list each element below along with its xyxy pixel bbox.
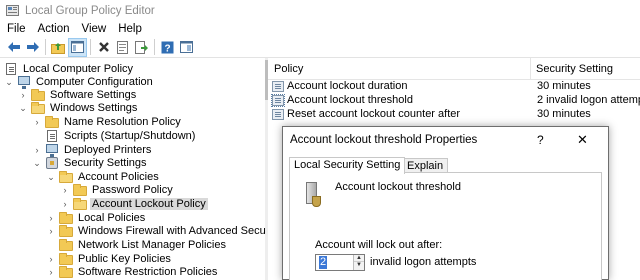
help-icon[interactable]: ? [537, 133, 544, 147]
group-policy-app-icon [6, 4, 19, 17]
security-settings-icon [45, 157, 59, 169]
spinner-buttons: ▲ ▼ [353, 255, 364, 270]
show-pane-icon[interactable] [177, 38, 196, 57]
column-header-security-setting[interactable]: Security Setting [536, 63, 613, 75]
menu-action[interactable]: Action [32, 23, 76, 35]
folder-icon [59, 225, 73, 237]
folder-icon [59, 239, 73, 251]
policy-icon [272, 81, 285, 93]
panel-title: Account lockout threshold [335, 181, 461, 193]
console-tree: Local Computer Policy ⌄ Computer Configu… [0, 58, 265, 280]
toolbar: ? [0, 37, 640, 58]
dialog-title: Account lockout threshold Properties [290, 134, 478, 146]
tab-panel: Account lockout threshold Account will l… [289, 172, 602, 280]
chevron-down-icon[interactable]: ⌄ [32, 158, 42, 168]
policy-setting: 2 invalid logon attempts [537, 94, 640, 106]
list-row[interactable]: Account lockout duration 30 minutes [268, 80, 640, 94]
policy-icon [272, 109, 285, 121]
folder-icon [45, 116, 59, 128]
policy-name: Reset account lockout counter after [287, 108, 461, 120]
tree-item-label: Software Restriction Policies [78, 266, 218, 278]
properties-icon[interactable] [113, 38, 132, 57]
chevron-right-icon[interactable]: › [46, 267, 56, 277]
list-row[interactable]: Account lockout threshold 2 invalid logo… [268, 94, 640, 108]
tree-item-label: Windows Settings [50, 102, 138, 114]
chevron-right-icon[interactable]: › [32, 117, 42, 127]
tab-explain[interactable]: Explain [402, 158, 449, 173]
export-icon[interactable] [132, 38, 151, 57]
tree-item-label: Password Policy [92, 184, 173, 196]
policy-name: Account lockout threshold [287, 94, 413, 106]
spinner-down-icon[interactable]: ▼ [354, 262, 364, 269]
close-icon[interactable]: ✕ [577, 132, 588, 148]
chevron-down-icon[interactable]: ⌄ [4, 77, 14, 87]
policy-icon [271, 94, 285, 107]
tree-item-label: Name Resolution Policy [64, 116, 181, 128]
policy-name: Account lockout duration [287, 80, 408, 92]
lockout-threshold-spinner[interactable]: 2 ▲ ▼ [315, 254, 365, 271]
menu-view[interactable]: View [76, 23, 113, 35]
lockout-label: Account will lock out after: [315, 239, 443, 251]
svg-text:?: ? [164, 43, 170, 54]
chevron-down-icon[interactable]: ⌄ [18, 103, 28, 113]
chevron-right-icon[interactable]: › [46, 226, 56, 236]
folder-open-icon [31, 102, 45, 114]
delete-icon[interactable] [94, 38, 113, 57]
toolbar-separator [154, 39, 155, 55]
list-header: Policy Security Setting [268, 58, 640, 80]
menu-help[interactable]: Help [112, 23, 148, 35]
chevron-right-icon[interactable]: › [60, 199, 70, 209]
folder-open-icon [73, 198, 87, 210]
tree-item-label: Scripts (Startup/Shutdown) [64, 130, 196, 142]
tree-item-software-restriction-policies[interactable]: › Software Restriction Policies [46, 264, 219, 280]
window-title: Local Group Policy Editor [25, 4, 155, 17]
lockout-threshold-value[interactable]: 2 [319, 256, 328, 269]
tree-item-label: Network List Manager Policies [78, 239, 226, 251]
folder-up-icon[interactable] [49, 38, 68, 57]
toolbar-separator [45, 39, 46, 55]
list-row[interactable]: Reset account lockout counter after 30 m… [268, 108, 640, 122]
back-arrow-icon[interactable] [4, 38, 23, 57]
menu-bar: File Action View Help [0, 21, 640, 37]
chevron-right-icon[interactable]: › [60, 185, 70, 195]
folder-icon [73, 184, 87, 196]
lockout-unit-label: invalid logon attempts [370, 256, 477, 268]
policy-setting: 30 minutes [537, 108, 591, 120]
show-hide-tree-icon[interactable] [68, 37, 87, 57]
scripts-icon [45, 130, 59, 142]
column-divider[interactable] [530, 58, 531, 80]
help-icon[interactable]: ? [158, 38, 177, 57]
spinner-up-icon[interactable]: ▲ [354, 255, 364, 262]
title-bar: Local Group Policy Editor [0, 0, 640, 21]
toolbar-separator [90, 39, 91, 55]
chevron-down-icon[interactable]: ⌄ [46, 172, 56, 182]
server-security-icon [304, 182, 321, 208]
policy-setting: 30 minutes [537, 80, 591, 92]
tree-item-label: Security Settings [64, 157, 147, 169]
menu-file[interactable]: File [0, 23, 32, 35]
chevron-right-icon[interactable]: › [32, 145, 42, 155]
tree-item-label: Windows Firewall with Advanced Security [78, 225, 265, 237]
properties-dialog: Account lockout threshold Properties ? ✕… [282, 126, 609, 280]
chevron-right-icon[interactable]: › [18, 90, 28, 100]
tab-local-security-setting[interactable]: Local Security Setting [289, 157, 406, 174]
tree-item-label: Account Lockout Policy [90, 198, 208, 210]
chevron-right-icon[interactable]: › [46, 254, 56, 264]
folder-icon [59, 266, 73, 278]
chevron-right-icon[interactable]: › [46, 213, 56, 223]
dialog-title-bar[interactable]: Account lockout threshold Properties ? ✕ [283, 127, 608, 154]
column-header-policy[interactable]: Policy [274, 63, 303, 75]
forward-arrow-icon[interactable] [23, 38, 42, 57]
